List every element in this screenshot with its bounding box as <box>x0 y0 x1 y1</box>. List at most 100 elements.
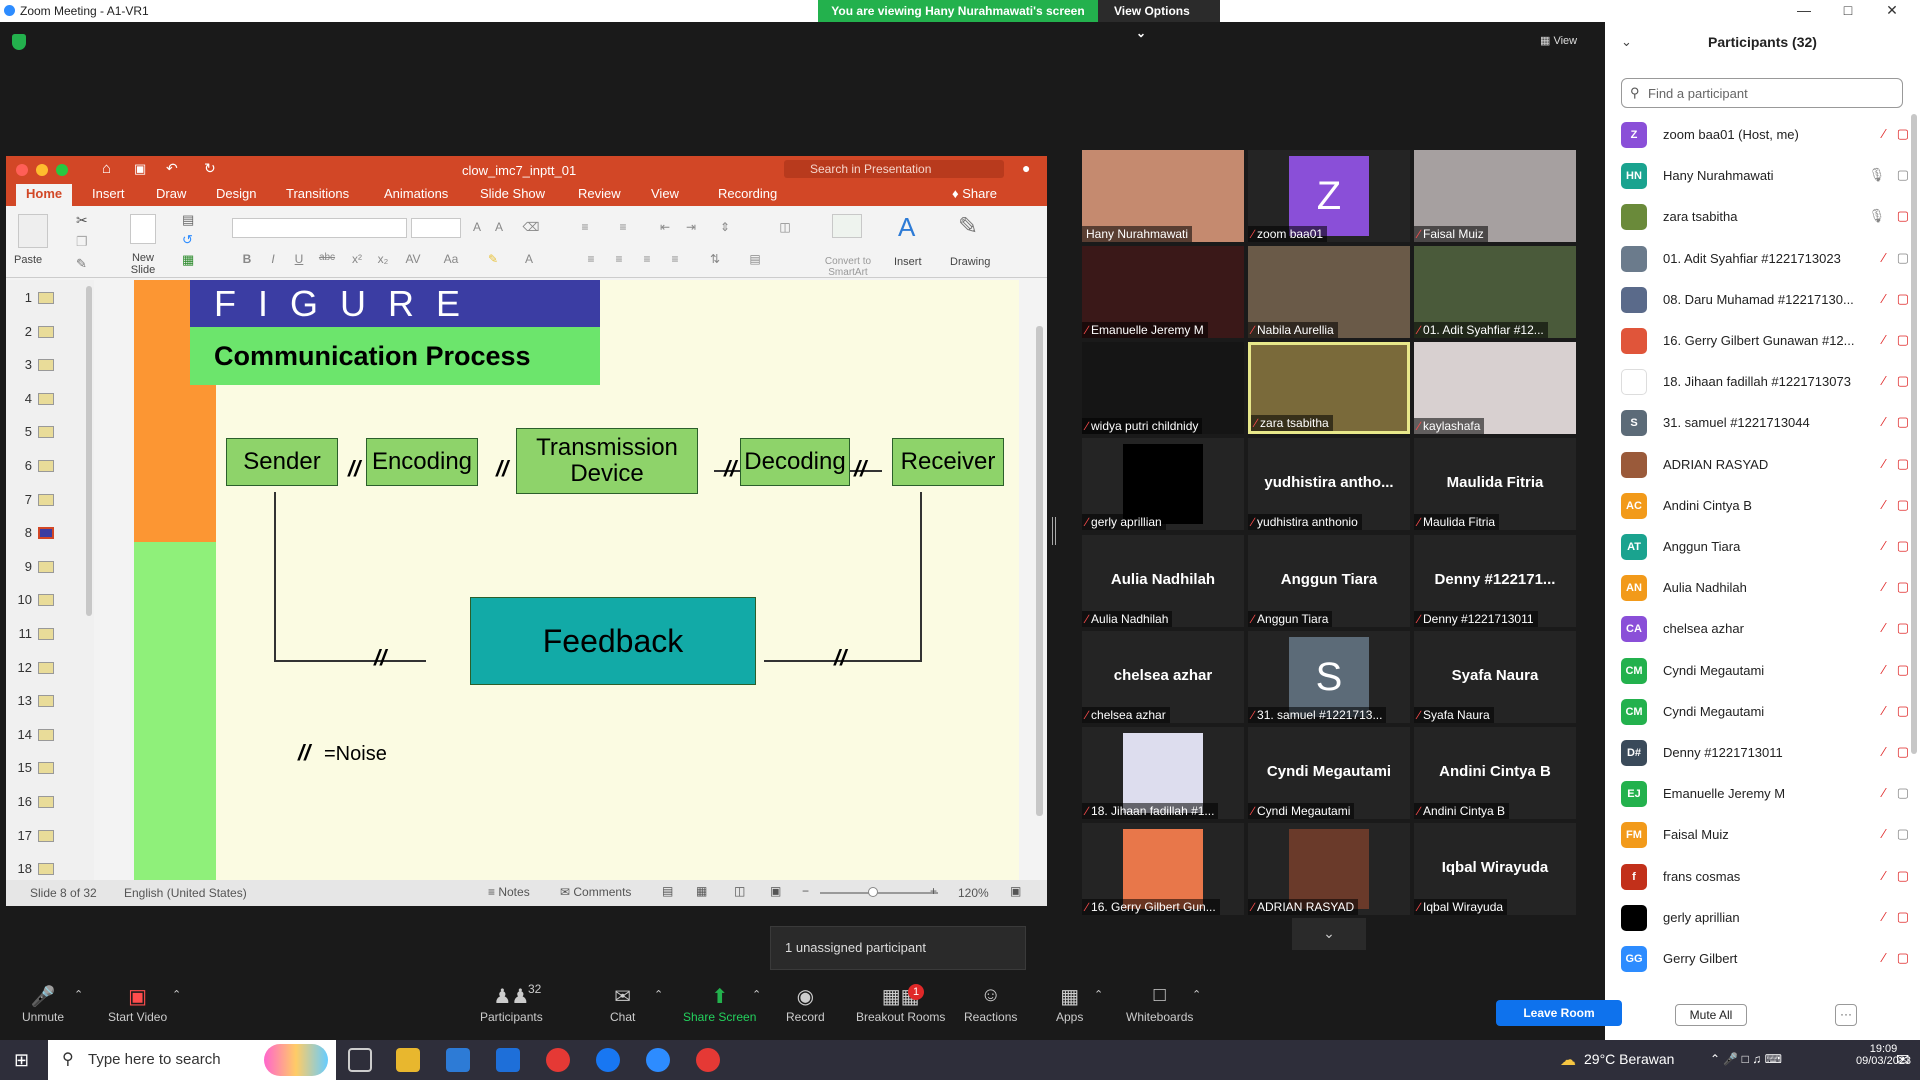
numbering-icon[interactable]: ≡ <box>614 220 632 236</box>
text-direction-icon[interactable]: ⇅ <box>706 252 724 268</box>
app-icon[interactable] <box>596 1048 620 1072</box>
mic-muted-icon[interactable]: ∕ <box>1883 579 1885 594</box>
splitter-handle[interactable] <box>1052 517 1056 545</box>
slide-thumbnail[interactable] <box>38 863 54 876</box>
zoom-out-icon[interactable]: − <box>802 884 809 898</box>
unmute-button[interactable]: 🎤 Unmute <box>22 984 64 1024</box>
video-off-icon[interactable]: ▢ <box>1897 950 1909 966</box>
participant-row[interactable]: CM Cyndi Megautami ∕ ▢ <box>1621 650 1911 691</box>
justify-icon[interactable]: ≡ <box>666 252 684 268</box>
apps-button[interactable]: ▦ Apps <box>1056 984 1083 1024</box>
section-icon[interactable]: ▦ <box>182 252 194 268</box>
tab-view[interactable]: View <box>651 186 679 201</box>
mic-muted-icon[interactable]: ∕ <box>1883 250 1885 265</box>
video-tile[interactable]: Maulida Fitria ∕ Maulida Fitria <box>1414 438 1576 530</box>
chrome-icon[interactable] <box>546 1048 570 1072</box>
align-center-icon[interactable]: ≡ <box>610 252 628 268</box>
slide-thumbnail[interactable] <box>38 695 54 708</box>
participant-row[interactable]: AC Andini Cintya B ∕ ▢ <box>1621 485 1911 526</box>
home-icon[interactable]: ⌂ <box>102 160 111 177</box>
maximize-icon[interactable]: □ <box>1828 0 1868 22</box>
slide-thumbnail[interactable] <box>38 796 54 808</box>
slide-thumbnail[interactable] <box>38 426 54 439</box>
tab-recording[interactable]: Recording <box>718 186 777 201</box>
video-tile[interactable]: yudhistira antho... ∕ yudhistira anthonio <box>1248 438 1410 530</box>
mic-muted-icon[interactable]: ∕ <box>1883 785 1885 800</box>
mic-muted-icon[interactable]: ∕ <box>1883 332 1885 347</box>
windows-start-icon[interactable]: ⊞ <box>14 1050 29 1071</box>
sorter-view-icon[interactable]: ▦ <box>696 884 707 898</box>
shrink-font-icon[interactable]: A <box>490 220 508 236</box>
font-size-select[interactable] <box>411 218 461 238</box>
slide-thumbnail[interactable] <box>38 594 54 607</box>
participant-row[interactable]: 16. Gerry Gilbert Gunawan #12... ∕ ▢ <box>1621 320 1911 361</box>
mac-close-icon[interactable] <box>16 164 28 176</box>
chevron-up-icon[interactable]: ⌃ <box>74 988 83 1001</box>
participant-row[interactable]: S 31. samuel #1221713044 ∕ ▢ <box>1621 402 1911 443</box>
video-off-icon[interactable]: ▢ <box>1897 497 1909 513</box>
zoom-in-icon[interactable]: + <box>930 884 937 898</box>
video-off-icon[interactable]: ▢ <box>1897 579 1909 595</box>
participant-row[interactable]: 08. Daru Muhamad #12217130... ∕ ▢ <box>1621 279 1911 320</box>
thumbnail-scrollbar[interactable] <box>86 286 92 616</box>
video-off-icon[interactable]: ▢ <box>1897 744 1909 760</box>
tab-transitions[interactable]: Transitions <box>286 186 349 201</box>
video-off-icon[interactable]: ▢ <box>1897 167 1909 183</box>
slide-thumbnail[interactable] <box>38 392 54 405</box>
participant-row[interactable]: CA chelsea azhar ∕ ▢ <box>1621 608 1911 649</box>
chat-button[interactable]: ✉ Chat <box>610 984 635 1024</box>
italic-icon[interactable]: I <box>264 252 282 268</box>
mac-zoom-icon[interactable] <box>56 164 68 176</box>
view-options-button[interactable]: View Options ⌄ <box>1098 0 1220 40</box>
subscript-icon[interactable]: x₂ <box>374 252 392 268</box>
new-slide-icon[interactable] <box>130 214 156 244</box>
participant-scrollbar[interactable] <box>1911 114 1917 754</box>
participant-row[interactable]: f frans cosmas ∕ ▢ <box>1621 856 1911 897</box>
fit-slide-icon[interactable]: ▣ <box>1010 884 1021 898</box>
slide-thumbnail[interactable] <box>38 661 54 674</box>
video-tile[interactable]: Hany Nurahmawati <box>1082 150 1244 242</box>
minimize-icon[interactable]: — <box>1784 0 1824 22</box>
slide-thumbnail[interactable] <box>38 527 54 540</box>
insert-shape-icon[interactable]: A <box>898 212 915 243</box>
tab-insert[interactable]: Insert <box>92 186 125 201</box>
bold-icon[interactable]: B <box>238 252 256 268</box>
video-tile[interactable]: ∕ widya putri childnidy <box>1082 342 1244 434</box>
mic-muted-icon[interactable]: ∕ <box>1883 662 1885 677</box>
mic-muted-icon[interactable]: ∕ <box>1883 291 1885 306</box>
video-tile[interactable]: ∕ zara tsabitha <box>1248 342 1410 434</box>
video-tile[interactable]: Denny #122171... ∕ Denny #1221713011 <box>1414 535 1576 627</box>
breakout-rooms-button[interactable]: ▦▦ Breakout Rooms <box>856 984 945 1024</box>
slide-thumbnail[interactable] <box>38 325 54 338</box>
superscript-icon[interactable]: x² <box>348 252 366 268</box>
participant-row[interactable]: GG Gerry Gilbert ∕ ▢ <box>1621 938 1911 979</box>
video-tile[interactable]: chelsea azhar ∕ chelsea azhar <box>1082 631 1244 723</box>
whiteboards-button[interactable]: □ Whiteboards <box>1126 984 1193 1024</box>
participant-row[interactable]: AT Anggun Tiara ∕ ▢ <box>1621 526 1911 567</box>
participant-row[interactable]: FM Faisal Muiz ∕ ▢ <box>1621 814 1911 855</box>
tab-animations[interactable]: Animations <box>384 186 448 201</box>
slide-thumbnail[interactable] <box>38 460 54 472</box>
chevron-down-icon[interactable]: ⌄ <box>1292 918 1366 950</box>
clear-format-icon[interactable]: ⌫ <box>522 220 540 236</box>
slide-thumbnail[interactable] <box>38 560 54 573</box>
system-tray-icons[interactable]: ⌃ 🎤 □ ♫ ⌨ <box>1710 1052 1782 1066</box>
paste-icon[interactable] <box>18 214 48 248</box>
align-left-icon[interactable]: ≡ <box>582 252 600 268</box>
record-button[interactable]: ◉ Record <box>786 984 825 1024</box>
mac-minimize-icon[interactable] <box>36 164 48 176</box>
copy-icon[interactable]: ❐ <box>76 234 88 250</box>
mic-muted-icon[interactable]: 🎙 <box>1868 167 1885 183</box>
video-off-icon[interactable]: ▢ <box>1897 662 1909 678</box>
slide-thumbnail[interactable] <box>38 292 54 304</box>
share-screen-button[interactable]: ⬆ Share Screen <box>683 984 756 1024</box>
video-off-icon[interactable]: ▢ <box>1897 414 1909 430</box>
slideshow-view-icon[interactable]: ▣ <box>770 884 781 898</box>
video-tile[interactable]: ∕ 01. Adit Syahfiar #12... <box>1414 246 1576 338</box>
participant-row[interactable]: D# Denny #1221713011 ∕ ▢ <box>1621 732 1911 773</box>
mute-all-button[interactable]: Mute All <box>1675 1004 1747 1026</box>
font-color-icon[interactable]: A <box>520 252 538 268</box>
zoom-slider[interactable] <box>820 892 938 894</box>
participant-row[interactable]: gerly aprillian ∕ ▢ <box>1621 897 1911 938</box>
video-tile[interactable]: Andini Cintya B ∕ Andini Cintya B <box>1414 727 1576 819</box>
